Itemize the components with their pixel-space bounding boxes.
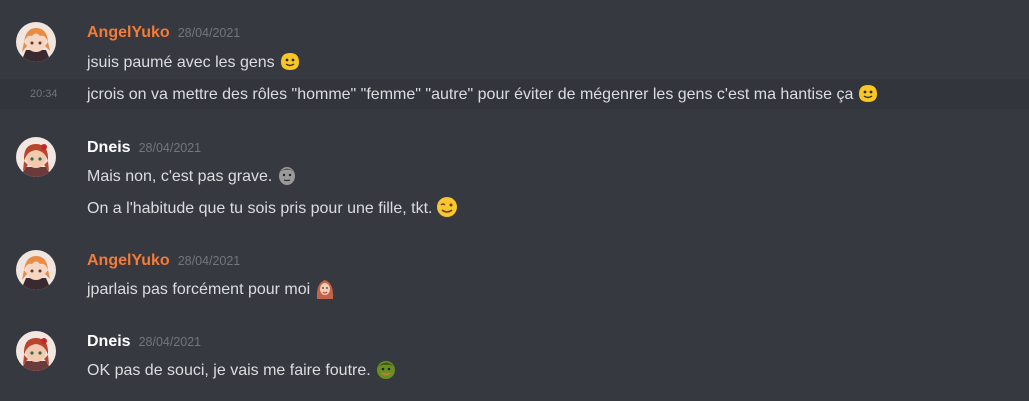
message-text: jcrois on va mettre des rôles "homme" "f… <box>87 82 879 106</box>
message-date: 28/04/2021 <box>138 335 202 349</box>
message-text: Mais non, c'est pas grave. <box>87 164 298 188</box>
avatar-dneis[interactable] <box>16 331 56 371</box>
message-date: 28/04/2021 <box>177 254 241 268</box>
message-date: 28/04/2021 <box>138 141 202 155</box>
blob-smile-icon[interactable] <box>857 82 879 104</box>
message-content: On a l'habitude que tu sois pris pour un… <box>87 200 433 217</box>
username[interactable]: Dneis <box>87 139 131 156</box>
winking-face-icon[interactable] <box>436 196 458 218</box>
green-troll-icon[interactable] <box>375 358 397 380</box>
avatar-angelyuko[interactable] <box>16 250 56 290</box>
message-header: AngelYuko 28/04/2021 <box>87 23 240 43</box>
avatar-angelyuko[interactable] <box>16 22 56 62</box>
message-header: Dneis 28/04/2021 <box>87 138 201 158</box>
message-content: jcrois on va mettre des rôles "homme" "f… <box>87 86 854 103</box>
message-header: Dneis 28/04/2021 <box>87 332 201 352</box>
message-text: jsuis paumé avec les gens <box>87 50 301 74</box>
message-content: jparlais pas forcément pour moi <box>87 281 311 298</box>
message-content: Mais non, c'est pas grave. <box>87 168 273 185</box>
message-text: On a l'habitude que tu sois pris pour un… <box>87 196 458 220</box>
message-text: OK pas de souci, je vais me faire foutre… <box>87 358 397 382</box>
blob-smile-icon[interactable] <box>279 50 301 72</box>
message-date: 28/04/2021 <box>177 26 241 40</box>
message-content: OK pas de souci, je vais me faire foutre… <box>87 362 371 379</box>
chat-messages: AngelYuko 28/04/2021 jsuis paumé avec les… <box>0 0 1029 401</box>
message-text: jparlais pas forcément pour moi <box>87 277 336 301</box>
kappa-face-icon[interactable] <box>276 164 298 186</box>
message-content: jsuis paumé avec les gens <box>87 54 275 71</box>
username[interactable]: AngelYuko <box>87 252 170 269</box>
anime-girl-icon[interactable] <box>314 277 336 299</box>
username[interactable]: Dneis <box>87 333 131 350</box>
message-header: AngelYuko 28/04/2021 <box>87 251 240 271</box>
avatar-dneis[interactable] <box>16 137 56 177</box>
message-timestamp: 20:34 <box>30 88 58 100</box>
username[interactable]: AngelYuko <box>87 24 170 41</box>
